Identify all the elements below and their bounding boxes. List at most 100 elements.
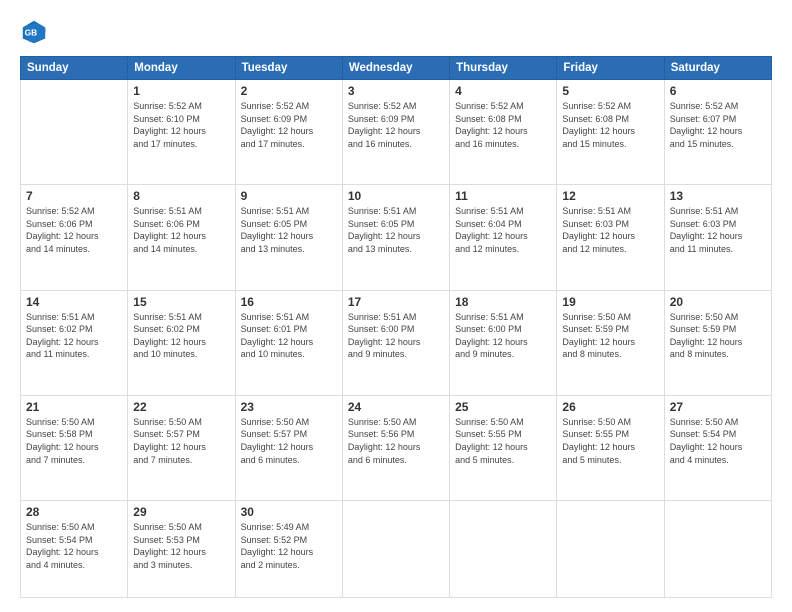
day-info: Sunrise: 5:52 AM Sunset: 6:08 PM Dayligh…	[455, 100, 551, 150]
calendar-week-row: 1 Sunrise: 5:52 AM Sunset: 6:10 PM Daylig…	[21, 80, 772, 185]
day-info: Sunrise: 5:51 AM Sunset: 6:02 PM Dayligh…	[133, 311, 229, 361]
day-info: Sunrise: 5:50 AM Sunset: 5:54 PM Dayligh…	[670, 416, 766, 466]
day-info: Sunrise: 5:50 AM Sunset: 5:57 PM Dayligh…	[241, 416, 337, 466]
day-number: 9	[241, 189, 337, 203]
calendar-cell: 8 Sunrise: 5:51 AM Sunset: 6:06 PM Daylig…	[128, 185, 235, 290]
calendar-cell: 6 Sunrise: 5:52 AM Sunset: 6:07 PM Daylig…	[664, 80, 771, 185]
header: GB	[20, 18, 772, 46]
day-info: Sunrise: 5:50 AM Sunset: 5:55 PM Dayligh…	[562, 416, 658, 466]
calendar-cell: 10 Sunrise: 5:51 AM Sunset: 6:05 PM Dayli…	[342, 185, 449, 290]
day-number: 29	[133, 505, 229, 519]
day-number: 1	[133, 84, 229, 98]
calendar-cell: 23Sunrise: 5:50 AM Sunset: 5:57 PM Dayli…	[235, 395, 342, 500]
day-info: Sunrise: 5:50 AM Sunset: 5:55 PM Dayligh…	[455, 416, 551, 466]
days-of-week-row: SundayMondayTuesdayWednesdayThursdayFrid…	[21, 57, 772, 80]
day-info: Sunrise: 5:50 AM Sunset: 5:59 PM Dayligh…	[562, 311, 658, 361]
calendar-cell	[664, 501, 771, 598]
calendar-cell: 1 Sunrise: 5:52 AM Sunset: 6:10 PM Daylig…	[128, 80, 235, 185]
day-number: 15	[133, 295, 229, 309]
calendar-cell: 5 Sunrise: 5:52 AM Sunset: 6:08 PM Daylig…	[557, 80, 664, 185]
calendar-cell: 22Sunrise: 5:50 AM Sunset: 5:57 PM Dayli…	[128, 395, 235, 500]
day-info: Sunrise: 5:50 AM Sunset: 5:59 PM Dayligh…	[670, 311, 766, 361]
day-of-week-header: Tuesday	[235, 57, 342, 80]
logo-icon: GB	[20, 18, 48, 46]
calendar-cell: 27 Sunrise: 5:50 AM Sunset: 5:54 PM Dayli…	[664, 395, 771, 500]
day-number: 10	[348, 189, 444, 203]
day-info: Sunrise: 5:51 AM Sunset: 6:05 PM Dayligh…	[348, 205, 444, 255]
calendar-cell: 30 Sunrise: 5:49 AM Sunset: 5:52 PM Dayli…	[235, 501, 342, 598]
day-info: Sunrise: 5:50 AM Sunset: 5:58 PM Dayligh…	[26, 416, 122, 466]
day-info: Sunrise: 5:52 AM Sunset: 6:09 PM Dayligh…	[241, 100, 337, 150]
day-number: 26	[562, 400, 658, 414]
day-number: 3	[348, 84, 444, 98]
calendar-week-row: 21 Sunrise: 5:50 AM Sunset: 5:58 PM Dayli…	[21, 395, 772, 500]
calendar-cell: 26 Sunrise: 5:50 AM Sunset: 5:55 PM Dayli…	[557, 395, 664, 500]
calendar-cell: 7 Sunrise: 5:52 AM Sunset: 6:06 PM Daylig…	[21, 185, 128, 290]
day-number: 19	[562, 295, 658, 309]
calendar-cell: 12 Sunrise: 5:51 AM Sunset: 6:03 PM Dayli…	[557, 185, 664, 290]
day-info: Sunrise: 5:52 AM Sunset: 6:10 PM Dayligh…	[133, 100, 229, 150]
day-info: Sunrise: 5:49 AM Sunset: 5:52 PM Dayligh…	[241, 521, 337, 571]
day-of-week-header: Wednesday	[342, 57, 449, 80]
calendar-cell: 16 Sunrise: 5:51 AM Sunset: 6:01 PM Dayli…	[235, 290, 342, 395]
day-info: Sunrise: 5:51 AM Sunset: 6:01 PM Dayligh…	[241, 311, 337, 361]
day-number: 4	[455, 84, 551, 98]
day-number: 2	[241, 84, 337, 98]
calendar-body: 1 Sunrise: 5:52 AM Sunset: 6:10 PM Daylig…	[21, 80, 772, 598]
calendar-week-row: 7 Sunrise: 5:52 AM Sunset: 6:06 PM Daylig…	[21, 185, 772, 290]
day-number: 12	[562, 189, 658, 203]
day-info: Sunrise: 5:51 AM Sunset: 6:00 PM Dayligh…	[455, 311, 551, 361]
day-number: 22	[133, 400, 229, 414]
day-number: 11	[455, 189, 551, 203]
day-info: Sunrise: 5:50 AM Sunset: 5:53 PM Dayligh…	[133, 521, 229, 571]
day-info: Sunrise: 5:51 AM Sunset: 6:00 PM Dayligh…	[348, 311, 444, 361]
day-number: 21	[26, 400, 122, 414]
day-number: 28	[26, 505, 122, 519]
day-info: Sunrise: 5:50 AM Sunset: 5:54 PM Dayligh…	[26, 521, 122, 571]
day-number: 13	[670, 189, 766, 203]
day-info: Sunrise: 5:51 AM Sunset: 6:02 PM Dayligh…	[26, 311, 122, 361]
calendar-cell: 15 Sunrise: 5:51 AM Sunset: 6:02 PM Dayli…	[128, 290, 235, 395]
calendar-cell: 2 Sunrise: 5:52 AM Sunset: 6:09 PM Daylig…	[235, 80, 342, 185]
day-info: Sunrise: 5:52 AM Sunset: 6:06 PM Dayligh…	[26, 205, 122, 255]
calendar-cell: 14 Sunrise: 5:51 AM Sunset: 6:02 PM Dayli…	[21, 290, 128, 395]
calendar-cell: 19 Sunrise: 5:50 AM Sunset: 5:59 PM Dayli…	[557, 290, 664, 395]
day-number: 27	[670, 400, 766, 414]
calendar-cell: 11 Sunrise: 5:51 AM Sunset: 6:04 PM Dayli…	[450, 185, 557, 290]
day-of-week-header: Thursday	[450, 57, 557, 80]
day-number: 7	[26, 189, 122, 203]
svg-text:GB: GB	[25, 28, 38, 38]
calendar-cell: 3 Sunrise: 5:52 AM Sunset: 6:09 PM Daylig…	[342, 80, 449, 185]
calendar-cell: 4 Sunrise: 5:52 AM Sunset: 6:08 PM Daylig…	[450, 80, 557, 185]
day-of-week-header: Saturday	[664, 57, 771, 80]
day-of-week-header: Sunday	[21, 57, 128, 80]
calendar-week-row: 14 Sunrise: 5:51 AM Sunset: 6:02 PM Dayli…	[21, 290, 772, 395]
day-info: Sunrise: 5:52 AM Sunset: 6:07 PM Dayligh…	[670, 100, 766, 150]
day-number: 16	[241, 295, 337, 309]
day-info: Sunrise: 5:52 AM Sunset: 6:08 PM Dayligh…	[562, 100, 658, 150]
day-number: 20	[670, 295, 766, 309]
day-info: Sunrise: 5:51 AM Sunset: 6:03 PM Dayligh…	[670, 205, 766, 255]
day-info: Sunrise: 5:50 AM Sunset: 5:56 PM Dayligh…	[348, 416, 444, 466]
calendar-cell	[557, 501, 664, 598]
day-number: 8	[133, 189, 229, 203]
page: GB SundayMondayTuesdayWednesdayThursdayF…	[0, 0, 792, 612]
day-info: Sunrise: 5:51 AM Sunset: 6:06 PM Dayligh…	[133, 205, 229, 255]
day-of-week-header: Monday	[128, 57, 235, 80]
calendar-cell: 21 Sunrise: 5:50 AM Sunset: 5:58 PM Dayli…	[21, 395, 128, 500]
day-info: Sunrise: 5:51 AM Sunset: 6:04 PM Dayligh…	[455, 205, 551, 255]
day-number: 30	[241, 505, 337, 519]
calendar-cell: 25Sunrise: 5:50 AM Sunset: 5:55 PM Dayli…	[450, 395, 557, 500]
day-number: 14	[26, 295, 122, 309]
day-info: Sunrise: 5:51 AM Sunset: 6:03 PM Dayligh…	[562, 205, 658, 255]
calendar-week-row: 28 Sunrise: 5:50 AM Sunset: 5:54 PM Dayli…	[21, 501, 772, 598]
calendar-cell: 28 Sunrise: 5:50 AM Sunset: 5:54 PM Dayli…	[21, 501, 128, 598]
calendar-cell	[342, 501, 449, 598]
calendar-cell: 18 Sunrise: 5:51 AM Sunset: 6:00 PM Dayli…	[450, 290, 557, 395]
day-number: 5	[562, 84, 658, 98]
day-number: 6	[670, 84, 766, 98]
day-of-week-header: Friday	[557, 57, 664, 80]
day-info: Sunrise: 5:52 AM Sunset: 6:09 PM Dayligh…	[348, 100, 444, 150]
calendar-cell	[450, 501, 557, 598]
day-number: 18	[455, 295, 551, 309]
